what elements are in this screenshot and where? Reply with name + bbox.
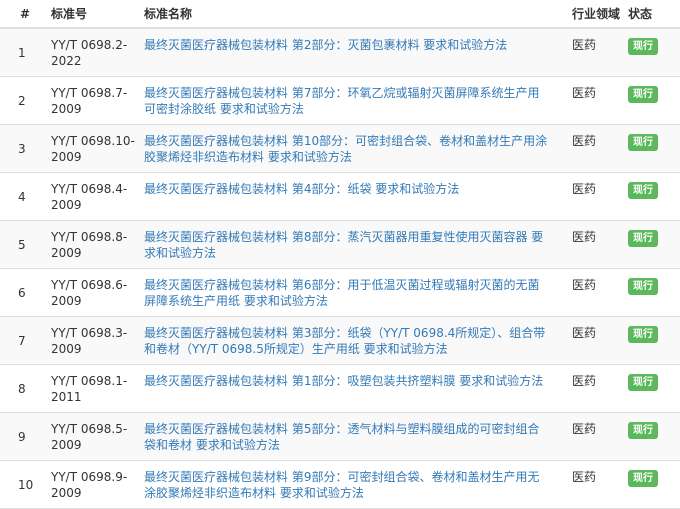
row-status-cell: 现行 (626, 268, 680, 316)
table-row: 2 YY/T 0698.7-2009 最终灭菌医疗器械包装材料 第7部分：环氧乙… (0, 76, 680, 124)
row-industry: 医药 (572, 181, 597, 196)
row-code: YY/T 0698.10-2009 (51, 133, 135, 164)
row-industry: 医药 (572, 85, 597, 100)
standard-name-link[interactable]: 最终灭菌医疗器械包装材料 第9部分：可密封组合袋、卷材和盖材生产用无涂胶聚烯烃非… (144, 470, 539, 500)
row-name-cell: 最终灭菌医疗器械包装材料 第9部分：可密封组合袋、卷材和盖材生产用无涂胶聚烯烃非… (136, 460, 564, 508)
table-header-row: # 标准号 标准名称 行业领域 状态 (0, 0, 680, 29)
status-badge: 现行 (628, 373, 658, 391)
header-status: 状态 (626, 0, 680, 29)
table-row: 1 YY/T 0698.2-2022 最终灭菌医疗器械包装材料 第2部分：灭菌包… (0, 28, 680, 76)
header-name: 标准名称 (136, 0, 564, 29)
row-num: 1 (18, 46, 26, 60)
row-code: YY/T 0698.3-2009 (51, 325, 128, 356)
row-num: 4 (18, 189, 26, 204)
row-name-cell: 最终灭菌医疗器械包装材料 第6部分：用于低温灭菌过程或辐射灭菌的无菌屏障系统生产… (136, 268, 564, 316)
table-row: 5 YY/T 0698.8-2009 最终灭菌医疗器械包装材料 第8部分：蒸汽灭… (0, 220, 680, 268)
status-badge: 现行 (628, 469, 658, 487)
row-num: 10 (18, 477, 34, 492)
row-name-cell: 最终灭菌医疗器械包装材料 第3部分：纸袋（YY/T 0698.4所规定）、组合带… (136, 316, 564, 364)
row-name-cell: 最终灭菌医疗器械包装材料 第10部分：可密封组合袋、卷材和盖材生产用涂胶聚烯烃非… (136, 124, 564, 172)
standard-name-link[interactable]: 最终灭菌医疗器械包装材料 第2部分：灭菌包裹材料 要求和试验方法 (144, 38, 507, 52)
row-code: YY/T 0698.7-2009 (51, 85, 128, 116)
row-industry: 医药 (572, 133, 597, 148)
row-code: YY/T 0698.8-2009 (51, 229, 128, 260)
row-name-cell: 最终灭菌医疗器械包装材料 第2部分：灭菌包裹材料 要求和试验方法 (136, 28, 564, 76)
standard-name-link[interactable]: 最终灭菌医疗器械包装材料 第7部分：环氧乙烷或辐射灭菌屏障系统生产用可密封涂胶纸… (144, 86, 539, 116)
row-status-cell: 现行 (626, 172, 680, 220)
row-code: YY/T 0698.5-2009 (51, 421, 128, 452)
row-industry: 医药 (572, 229, 597, 244)
table-row: 3 YY/T 0698.10-2009 最终灭菌医疗器械包装材料 第10部分：可… (0, 124, 680, 172)
status-badge: 现行 (628, 85, 658, 103)
row-name-cell: 最终灭菌医疗器械包装材料 第7部分：环氧乙烷或辐射灭菌屏障系统生产用可密封涂胶纸… (136, 76, 564, 124)
row-industry: 医药 (572, 38, 597, 52)
row-num: 5 (18, 237, 26, 252)
row-num: 3 (18, 141, 26, 156)
table-row: 8 YY/T 0698.1-2011 最终灭菌医疗器械包装材料 第1部分：吸塑包… (0, 364, 680, 412)
row-industry: 医药 (572, 277, 597, 292)
standard-name-link[interactable]: 最终灭菌医疗器械包装材料 第8部分：蒸汽灭菌器用重复性使用灭菌容器 要求和试验方… (144, 230, 543, 260)
row-status-cell: 现行 (626, 364, 680, 412)
standard-name-link[interactable]: 最终灭菌医疗器械包装材料 第1部分：吸塑包装共挤塑料膜 要求和试验方法 (144, 374, 543, 388)
standards-table: # 标准号 标准名称 行业领域 状态 1 YY/T 0698.2-2022 最终… (0, 0, 680, 509)
row-code: YY/T 0698.6-2009 (51, 277, 128, 308)
status-badge: 现行 (628, 277, 658, 295)
standard-name-link[interactable]: 最终灭菌医疗器械包装材料 第5部分：透气材料与塑料膜组成的可密封组合袋和卷材 要… (144, 422, 539, 452)
row-industry: 医药 (572, 469, 597, 484)
status-badge: 现行 (628, 181, 658, 199)
row-num: 9 (18, 429, 26, 444)
table-row: 6 YY/T 0698.6-2009 最终灭菌医疗器械包装材料 第6部分：用于低… (0, 268, 680, 316)
row-num: 2 (18, 93, 26, 108)
row-num: 7 (18, 333, 26, 348)
standard-name-link[interactable]: 最终灭菌医疗器械包装材料 第3部分：纸袋（YY/T 0698.4所规定）、组合带… (144, 326, 545, 356)
row-status-cell: 现行 (626, 460, 680, 508)
row-status-cell: 现行 (626, 124, 680, 172)
status-badge: 现行 (628, 38, 658, 55)
standard-name-link[interactable]: 最终灭菌医疗器械包装材料 第6部分：用于低温灭菌过程或辐射灭菌的无菌屏障系统生产… (144, 278, 539, 308)
table-row: 4 YY/T 0698.4-2009 最终灭菌医疗器械包装材料 第4部分：纸袋 … (0, 172, 680, 220)
row-code: YY/T 0698.9-2009 (51, 469, 128, 500)
row-code: YY/T 0698.1-2011 (51, 373, 128, 404)
status-badge: 现行 (628, 325, 658, 343)
status-badge: 现行 (628, 421, 658, 439)
table-body: 1 YY/T 0698.2-2022 最终灭菌医疗器械包装材料 第2部分：灭菌包… (0, 28, 680, 508)
row-status-cell: 现行 (626, 28, 680, 76)
header-code: 标准号 (43, 0, 136, 29)
status-badge: 现行 (628, 133, 658, 151)
row-name-cell: 最终灭菌医疗器械包装材料 第1部分：吸塑包装共挤塑料膜 要求和试验方法 (136, 364, 564, 412)
row-industry: 医药 (572, 325, 597, 340)
table-row: 7 YY/T 0698.3-2009 最终灭菌医疗器械包装材料 第3部分：纸袋（… (0, 316, 680, 364)
row-status-cell: 现行 (626, 412, 680, 460)
row-status-cell: 现行 (626, 220, 680, 268)
row-name-cell: 最终灭菌医疗器械包装材料 第5部分：透气材料与塑料膜组成的可密封组合袋和卷材 要… (136, 412, 564, 460)
row-code: YY/T 0698.4-2009 (51, 181, 128, 212)
row-num: 8 (18, 381, 26, 396)
table-row: 10 YY/T 0698.9-2009 最终灭菌医疗器械包装材料 第9部分：可密… (0, 460, 680, 508)
row-name-cell: 最终灭菌医疗器械包装材料 第8部分：蒸汽灭菌器用重复性使用灭菌容器 要求和试验方… (136, 220, 564, 268)
row-status-cell: 现行 (626, 76, 680, 124)
status-badge: 现行 (628, 229, 658, 247)
header-num: # (0, 0, 43, 29)
table-row: 9 YY/T 0698.5-2009 最终灭菌医疗器械包装材料 第5部分：透气材… (0, 412, 680, 460)
row-num: 6 (18, 285, 26, 300)
row-name-cell: 最终灭菌医疗器械包装材料 第4部分：纸袋 要求和试验方法 (136, 172, 564, 220)
row-industry: 医药 (572, 373, 597, 388)
row-code: YY/T 0698.2-2022 (51, 38, 128, 68)
standard-name-link[interactable]: 最终灭菌医疗器械包装材料 第10部分：可密封组合袋、卷材和盖材生产用涂胶聚烯烃非… (144, 134, 547, 164)
header-industry: 行业领域 (564, 0, 626, 29)
row-status-cell: 现行 (626, 316, 680, 364)
row-industry: 医药 (572, 421, 597, 436)
standard-name-link[interactable]: 最终灭菌医疗器械包装材料 第4部分：纸袋 要求和试验方法 (144, 182, 459, 196)
